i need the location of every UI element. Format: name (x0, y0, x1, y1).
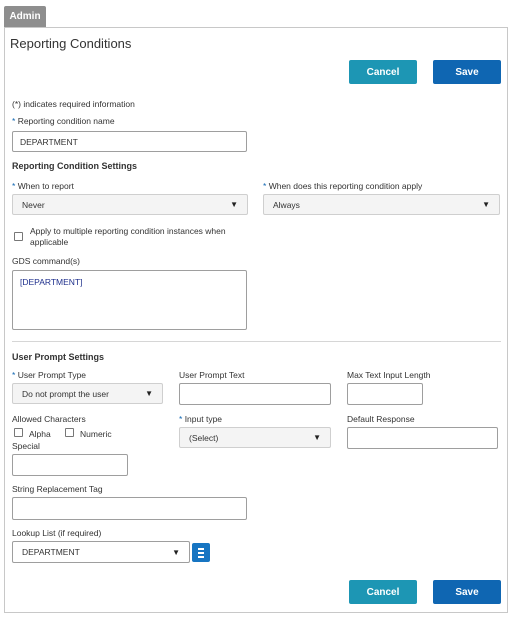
list-icon[interactable] (192, 543, 210, 562)
required-asterisk: * (179, 414, 183, 424)
default-response-label: Default Response (347, 414, 415, 424)
multiple-instances-checkbox[interactable] (14, 232, 23, 241)
save-button-top[interactable]: Save (433, 60, 501, 84)
max-length-label: Max Text Input Length (347, 370, 431, 380)
allowed-characters-label: Allowed Characters (12, 414, 86, 424)
required-asterisk: * (12, 116, 16, 126)
prompt-text-input[interactable] (179, 383, 331, 405)
caret-down-icon: ▼ (230, 200, 238, 209)
gds-label: GDS command(s) (12, 256, 81, 266)
replacement-tag-label: String Replacement Tag (12, 484, 103, 494)
lookup-list-label: Lookup List (if required) (12, 528, 102, 538)
prompt-type-select[interactable]: Do not prompt the user ▼ (12, 383, 163, 404)
prompt-heading: User Prompt Settings (12, 352, 105, 362)
when-to-report-label-text: When to report (17, 181, 74, 191)
required-asterisk: * (263, 181, 267, 191)
when-apply-select[interactable]: Always ▼ (263, 194, 500, 215)
when-apply-value: Always (273, 199, 300, 210)
gds-textarea[interactable]: [DEPARTMENT] (12, 270, 247, 330)
cancel-button-bottom[interactable]: Cancel (349, 580, 417, 604)
special-input[interactable] (12, 454, 128, 476)
condition-name-input[interactable]: DEPARTMENT (12, 131, 247, 152)
condition-name-label-text: Reporting condition name (17, 116, 115, 126)
lookup-list-value: DEPARTMENT (22, 547, 80, 557)
when-to-report-value: Never (22, 199, 45, 210)
cancel-button-top[interactable]: Cancel (349, 60, 417, 84)
prompt-type-label-text: User Prompt Type (17, 370, 87, 380)
prompt-text-label: User Prompt Text (179, 370, 245, 380)
alpha-label: Alpha (29, 429, 51, 439)
condition-name-label: * Reporting condition name (12, 116, 115, 126)
prompt-type-label: * User Prompt Type (12, 370, 86, 380)
multiple-instances-label-line1: Apply to multiple reporting condition in… (30, 226, 226, 236)
input-type-select[interactable]: (Select) ▼ (179, 427, 331, 448)
when-to-report-label: * When to report (12, 181, 74, 191)
caret-down-icon: ▼ (145, 389, 153, 398)
multiple-instances-label-line2: applicable (30, 237, 69, 247)
special-label: Special (12, 441, 40, 451)
lookup-list-select[interactable]: DEPARTMENT ▼ (12, 541, 190, 563)
numeric-label: Numeric (80, 429, 112, 439)
input-type-label: * Input type (179, 414, 222, 424)
default-response-input[interactable] (347, 427, 498, 449)
caret-down-icon: ▼ (172, 547, 180, 557)
alpha-checkbox[interactable] (14, 428, 23, 437)
page-title: Reporting Conditions (10, 36, 132, 51)
caret-down-icon: ▼ (482, 200, 490, 209)
numeric-checkbox[interactable] (65, 428, 74, 437)
when-apply-label: * When does this reporting condition app… (263, 181, 422, 191)
caret-down-icon: ▼ (313, 433, 321, 442)
tab-admin[interactable]: Admin (4, 6, 46, 27)
when-apply-label-text: When does this reporting condition apply (268, 181, 423, 191)
replacement-tag-input[interactable] (12, 497, 247, 520)
save-button-bottom[interactable]: Save (433, 580, 501, 604)
prompt-type-value: Do not prompt the user (22, 388, 109, 399)
section-divider (12, 341, 501, 342)
required-note: (*) indicates required information (12, 99, 135, 109)
max-length-input[interactable] (347, 383, 423, 405)
required-asterisk: * (12, 181, 16, 191)
when-to-report-select[interactable]: Never ▼ (12, 194, 248, 215)
input-type-label-text: Input type (184, 414, 223, 424)
settings-heading: Reporting Condition Settings (12, 161, 137, 171)
reporting-conditions-panel: Reporting Conditions Cancel Save (*) ind… (4, 27, 508, 613)
input-type-value: (Select) (189, 432, 219, 443)
multiple-instances-label: Apply to multiple reporting condition in… (30, 226, 226, 248)
required-asterisk: * (12, 370, 16, 380)
